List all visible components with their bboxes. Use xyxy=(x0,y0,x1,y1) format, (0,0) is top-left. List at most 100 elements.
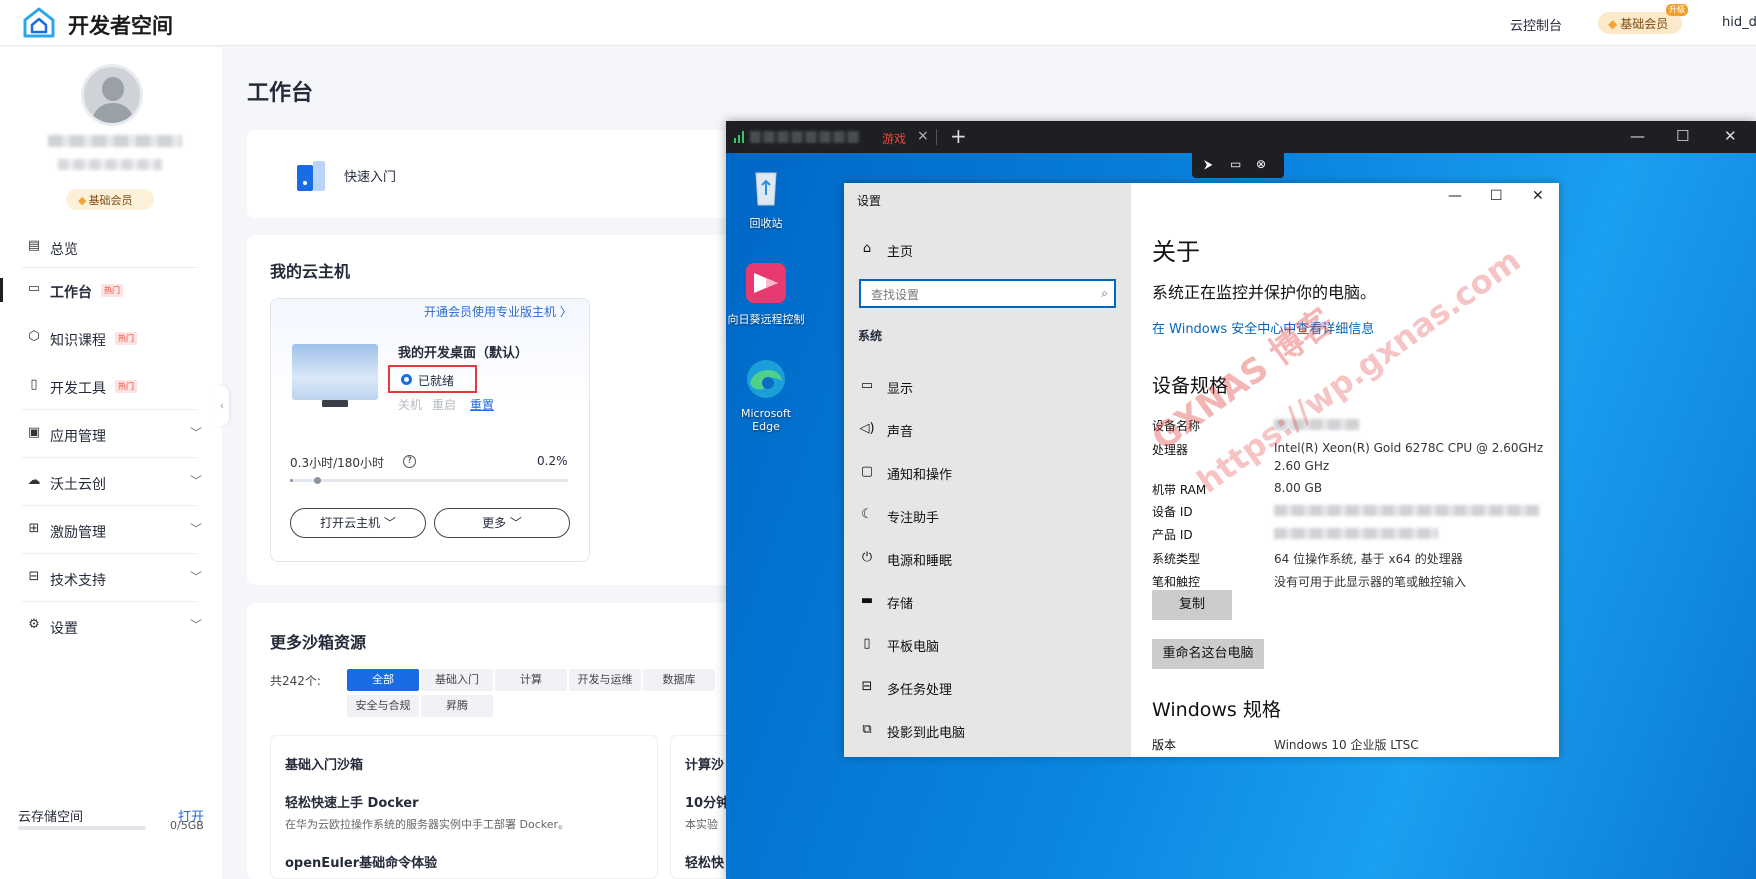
blurred-username xyxy=(48,135,182,147)
add-tab-icon[interactable]: + xyxy=(950,124,967,148)
sidebar-item-app-mgmt[interactable]: ▣ 应用管理 ﹀ xyxy=(0,414,222,454)
spec-value: 8.00 GB xyxy=(1274,481,1323,495)
desktop-icon-label: Microsoft Edge xyxy=(740,407,792,433)
sandbox-item-desc: 本实验 xyxy=(685,818,718,831)
settings-nav-label: 显示 xyxy=(887,382,914,397)
restart-action[interactable]: 重启 xyxy=(432,396,456,413)
settings-nav-label: 多任务处理 xyxy=(887,683,953,698)
sidebar-item-incentive[interactable]: ⊞ 激励管理 ﹀ xyxy=(0,510,222,550)
edition-value: Windows 10 企业版 LTSC xyxy=(1274,738,1419,752)
reset-action[interactable]: 重置 xyxy=(470,396,494,413)
overview-icon: ▤ xyxy=(27,238,41,253)
multitask-icon: ⊟ xyxy=(861,679,873,694)
settings-nav-label: 电源和睡眠 xyxy=(887,554,953,569)
open-vm-button[interactable]: 打开云主机 ﹀ xyxy=(290,508,426,538)
spec-value: 没有可用于此显示器的笔或触控输入 xyxy=(1274,575,1467,589)
monitor-icon: ▭ xyxy=(860,378,874,393)
spec-key: 笔和触控 xyxy=(1152,575,1201,589)
desktop-icon-edge[interactable]: Microsoft Edge xyxy=(726,357,806,433)
chip-security[interactable]: 安全与合规 xyxy=(347,695,419,717)
security-center-link[interactable]: 在 Windows 安全中心中查看详细信息 xyxy=(1152,318,1374,337)
chip-all[interactable]: 全部 xyxy=(347,669,419,691)
maximize-icon[interactable]: ☐ xyxy=(1676,127,1689,145)
sandbox-item-title[interactable]: 10分钟 xyxy=(685,792,729,811)
avatar[interactable] xyxy=(81,64,143,126)
settings-nav-display[interactable]: ▭ 显示 xyxy=(858,377,1118,397)
close-icon[interactable]: ✕ xyxy=(1724,127,1737,145)
sidebar-item-wotu[interactable]: ☁ 沃土云创 ﹀ xyxy=(0,462,222,502)
sidebar-item-settings[interactable]: ⚙ 设置 ﹀ xyxy=(0,606,222,646)
close-tab-icon[interactable]: × xyxy=(917,128,929,144)
sidebar-member-badge[interactable]: ◆ 基础会员 xyxy=(66,189,154,210)
sidebar-item-label: 应用管理 xyxy=(50,429,106,445)
user-name[interactable]: hid_d xyxy=(1722,15,1756,30)
desktop-icon-recycle-bin[interactable]: 回收站 xyxy=(726,165,806,231)
info-icon[interactable]: ? xyxy=(403,455,416,468)
storage-label: 云存储空间 xyxy=(18,810,84,825)
sidebar-item-overview[interactable]: ▤ 总览 xyxy=(0,227,222,267)
chip-database[interactable]: 数据库 xyxy=(643,669,715,691)
sidebar-collapse-handle[interactable]: ‹ xyxy=(215,386,229,426)
vm-usage-percent: 0.2% xyxy=(537,454,568,468)
sidebar-item-dev-tools[interactable]: ▯ 开发工具 热门 xyxy=(0,366,222,406)
power-icon: ⏻ xyxy=(861,550,873,565)
chip-compute[interactable]: 计算 xyxy=(495,669,567,691)
settings-minimize-icon[interactable]: — xyxy=(1448,188,1462,204)
status-dot-icon xyxy=(401,374,412,385)
sidebar-item-workbench[interactable]: ▭ 工作台 热门 xyxy=(0,270,222,310)
chip-basics[interactable]: 基础入门 xyxy=(421,669,493,691)
sandbox-item-title[interactable]: 轻松快 xyxy=(685,852,724,871)
rename-pc-button[interactable]: 重命名这台电脑 xyxy=(1152,639,1264,669)
home-icon: ⌂ xyxy=(862,241,872,256)
windows-spec-title: Windows 规格 xyxy=(1152,699,1281,721)
settings-nav-tablet[interactable]: ▯ 平板电脑 xyxy=(858,635,1118,655)
settings-maximize-icon[interactable]: ☐ xyxy=(1490,188,1503,204)
quick-start-label[interactable]: 快速入门 xyxy=(344,166,396,185)
send-icon[interactable]: ⮞ xyxy=(1204,157,1213,172)
sandbox-item-title[interactable]: 轻松快速上手 Docker xyxy=(285,792,418,811)
remote-tab[interactable]: 游戏 xyxy=(882,130,906,147)
sidebar-item-support[interactable]: ⊟ 技术支持 ﹀ xyxy=(0,558,222,598)
settings-nav-project[interactable]: ⧉ 投影到此电脑 xyxy=(858,721,1118,741)
settings-nav-home[interactable]: ⌂ 主页 xyxy=(858,240,1118,260)
remote-desktop-window: 游戏 × + — ☐ ✕ ⮞ ▭ ⊗ 回收站 向日葵远程控制 Microsoft… xyxy=(726,121,1756,879)
recycle-bin-icon xyxy=(755,172,777,206)
settings-nav-multitask[interactable]: ⊟ 多任务处理 xyxy=(858,678,1118,698)
chip-ascend[interactable]: 昇腾 xyxy=(421,695,493,717)
close-circle-icon[interactable]: ⊗ xyxy=(1256,157,1266,171)
settings-nav-power[interactable]: ⏻ 电源和睡眠 xyxy=(858,549,1118,569)
upgrade-tag[interactable]: 升级 xyxy=(1666,4,1688,16)
sidebar-item-courses[interactable]: ⬡ 知识课程 热门 xyxy=(0,318,222,358)
vm-promo-link[interactable]: 开通会员使用专业版主机 〉 xyxy=(424,303,572,320)
top-bar: 开发者空间 云控制台 ◆ 基础会员 升级 hid_d xyxy=(0,0,1756,46)
gear-icon: ⚙ xyxy=(28,617,40,632)
cube-icon: ⬡ xyxy=(28,329,40,344)
settings-nav-notifications[interactable]: ▢ 通知和操作 xyxy=(858,463,1118,483)
settings-nav-sound[interactable]: ◁) 声音 xyxy=(858,420,1118,440)
desktop-icon-sunlogin[interactable]: 向日葵远程控制 xyxy=(726,261,806,327)
chevron-down-icon: ﹀ xyxy=(190,426,203,440)
vm-usage-bar xyxy=(290,477,568,484)
search-icon: ⌕ xyxy=(1101,286,1108,300)
copy-button[interactable]: 复制 xyxy=(1152,590,1232,620)
minimize-icon[interactable]: — xyxy=(1630,127,1645,145)
settings-close-icon[interactable]: ✕ xyxy=(1532,188,1544,204)
more-button[interactable]: 更多 ﹀ xyxy=(434,508,570,538)
spec-value: 64 位操作系统, 基于 x64 的处理器 xyxy=(1274,552,1463,566)
console-link[interactable]: 云控制台 xyxy=(1510,15,1562,34)
member-label: 基础会员 xyxy=(1620,17,1669,31)
brand-title[interactable]: 开发者空间 xyxy=(68,10,173,40)
keyboard-icon[interactable]: ▭ xyxy=(1230,157,1241,171)
sidebar-member-label: 基础会员 xyxy=(88,194,133,207)
remote-title-bar[interactable]: 游戏 × + — ☐ ✕ xyxy=(726,121,1756,153)
spec-key: 设备名称 xyxy=(1152,419,1201,433)
settings-nav-focus[interactable]: ☾ 专注助手 xyxy=(858,506,1118,526)
settings-search-input[interactable]: 查找设置 ⌕ xyxy=(859,279,1116,308)
sandbox-count: 共242个: xyxy=(270,674,321,688)
chip-devops[interactable]: 开发与运维 xyxy=(569,669,641,691)
settings-nav-storage[interactable]: ▬ 存储 xyxy=(858,592,1118,612)
logo-icon[interactable] xyxy=(22,7,56,39)
shutdown-action[interactable]: 关机 xyxy=(398,396,422,413)
blurred-host-id xyxy=(750,131,860,143)
sandbox-item-title[interactable]: openEuler基础命令体验 xyxy=(285,852,437,871)
